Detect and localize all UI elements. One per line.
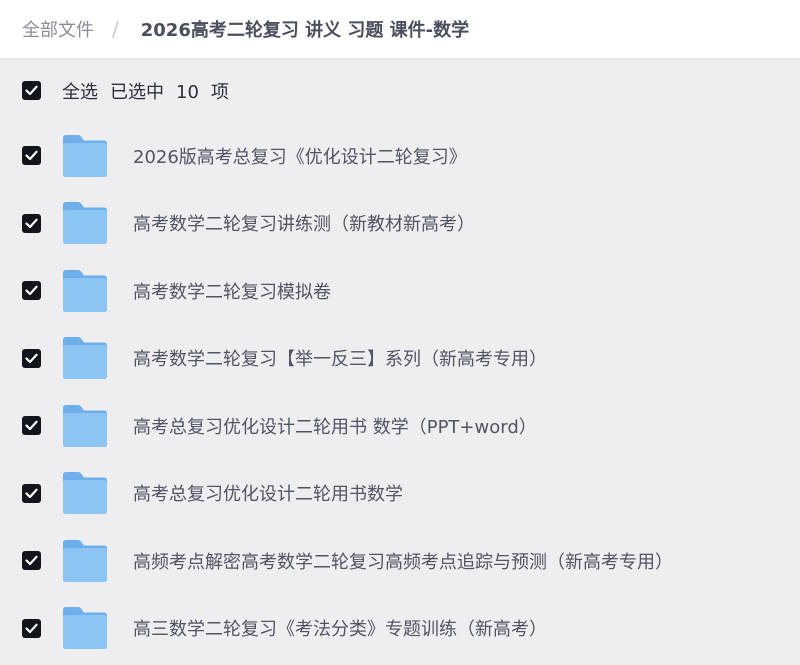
item-checkbox[interactable] bbox=[22, 551, 41, 571]
item-name[interactable]: 2026版高考总复习《优化设计二轮复习》 bbox=[133, 143, 467, 169]
breadcrumb-root[interactable]: 全部文件 bbox=[22, 16, 94, 42]
list-item[interactable]: 高考数学二轮复习【举一反三】系列（新高考专用） bbox=[0, 325, 800, 393]
item-name[interactable]: 高三数学二轮复习《考法分类》专题训练（新高考） bbox=[133, 615, 547, 641]
check-icon bbox=[25, 420, 38, 431]
item-checkbox[interactable] bbox=[22, 146, 41, 166]
list-item[interactable]: 高考总复习优化设计二轮用书 数学（PPT+word） bbox=[0, 392, 800, 460]
folder-icon bbox=[63, 337, 107, 380]
select-all-checkbox[interactable] bbox=[22, 81, 41, 100]
item-name[interactable]: 高考总复习优化设计二轮用书 数学（PPT+word） bbox=[133, 413, 537, 439]
item-name[interactable]: 高考总复习优化设计二轮用书数学 bbox=[133, 480, 403, 506]
list-item[interactable]: 高考总复习优化设计二轮用书数学 bbox=[0, 460, 800, 528]
selection-summary: 全选 已选中 10 项 bbox=[62, 78, 241, 104]
selected-unit: 项 bbox=[210, 81, 229, 103]
item-name[interactable]: 高考数学二轮复习讲练测（新教材新高考） bbox=[133, 210, 475, 236]
folder-icon bbox=[63, 202, 107, 245]
breadcrumb-current-folder: 2026高考二轮复习 讲义 习题 课件-数学 bbox=[140, 20, 470, 41]
folder-icon bbox=[63, 539, 107, 582]
folder-icon bbox=[63, 472, 107, 515]
selected-prefix: 已选中 bbox=[110, 81, 164, 103]
check-icon bbox=[25, 623, 38, 633]
breadcrumb-separator: / bbox=[112, 17, 119, 41]
list-item[interactable]: 2026版高考总复习《优化设计二轮复习》 bbox=[0, 122, 800, 190]
item-checkbox[interactable] bbox=[22, 348, 41, 368]
item-name[interactable]: 高频考点解密高考数学二轮复习高频考点追踪与预测（新高考专用） bbox=[133, 548, 673, 574]
check-icon bbox=[25, 555, 38, 566]
folder-icon bbox=[63, 404, 107, 447]
file-list: 全选 已选中 10 项 2026版高考总复习《优化设计二轮复习》 高考数学二轮复习讲练测… bbox=[0, 59, 800, 662]
breadcrumb: 全部文件 / 2026高考二轮复习 讲义 习题 课件-数学 bbox=[0, 0, 800, 59]
list-item[interactable]: 高频考点解密高考数学二轮复习高频考点追踪与预测（新高考专用） bbox=[0, 527, 800, 595]
check-icon bbox=[25, 150, 38, 161]
list-item[interactable]: 高三数学二轮复习《考法分类》专题训练（新高考） bbox=[0, 595, 800, 663]
list-item[interactable]: 高考数学二轮复习模拟卷 bbox=[0, 257, 800, 325]
check-icon bbox=[25, 353, 38, 363]
selected-count: 10 bbox=[176, 81, 199, 103]
item-checkbox[interactable] bbox=[22, 618, 41, 638]
item-name[interactable]: 高考数学二轮复习【举一反三】系列（新高考专用） bbox=[133, 345, 547, 371]
select-all-row: 全选 已选中 10 项 bbox=[0, 59, 800, 122]
item-checkbox[interactable] bbox=[22, 483, 41, 503]
folder-icon bbox=[63, 134, 107, 177]
item-checkbox[interactable] bbox=[22, 213, 41, 233]
select-all-label[interactable]: 全选 bbox=[62, 82, 98, 103]
check-icon bbox=[25, 218, 38, 228]
item-checkbox[interactable] bbox=[22, 281, 41, 301]
list-item[interactable]: 高考数学二轮复习讲练测（新教材新高考） bbox=[0, 190, 800, 258]
check-icon bbox=[25, 488, 38, 498]
folder-icon bbox=[63, 269, 107, 312]
item-name[interactable]: 高考数学二轮复习模拟卷 bbox=[133, 278, 331, 304]
check-icon bbox=[25, 285, 38, 296]
item-checkbox[interactable] bbox=[22, 416, 41, 436]
folder-icon bbox=[63, 607, 107, 650]
check-icon bbox=[25, 85, 38, 96]
